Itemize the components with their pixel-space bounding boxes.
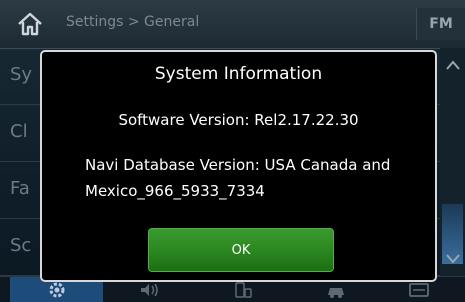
breadcrumb: Settings > General <box>66 14 200 30</box>
source-button[interactable]: FM <box>416 8 465 40</box>
home-button[interactable] <box>16 10 44 38</box>
sound-icon <box>140 283 158 297</box>
chevron-up-icon[interactable] <box>445 58 461 74</box>
system-information-dialog: System Information Software Version: Rel… <box>40 50 437 282</box>
display-icon <box>408 283 429 297</box>
home-icon <box>18 12 42 36</box>
gear-icon <box>49 282 64 298</box>
chevron-down-icon[interactable] <box>445 250 461 266</box>
dialog-title: System Information <box>154 64 323 84</box>
vehicle-icon <box>327 288 344 298</box>
list-item-label: Sc <box>10 235 32 256</box>
software-version-text: Software Version: Rel2.17.22.30 <box>118 111 359 129</box>
phone-icon <box>234 282 252 298</box>
list-item-label: Sy <box>10 64 33 85</box>
list-item-label: Fa <box>10 178 30 199</box>
navi-database-line-1: Navi Database Version: USA Canada and <box>85 156 391 174</box>
list-item-label: Cl <box>10 121 28 142</box>
ok-button[interactable]: OK <box>148 228 334 272</box>
navi-database-version-text: Navi Database Version: USA Canada and Me… <box>85 152 425 204</box>
top-bar: Settings > General FM <box>0 0 465 49</box>
screen: Settings > General FM Sy Cl Fa Sc System… <box>0 0 465 302</box>
navi-database-line-2: Mexico_966_5933_7334 <box>85 182 265 200</box>
